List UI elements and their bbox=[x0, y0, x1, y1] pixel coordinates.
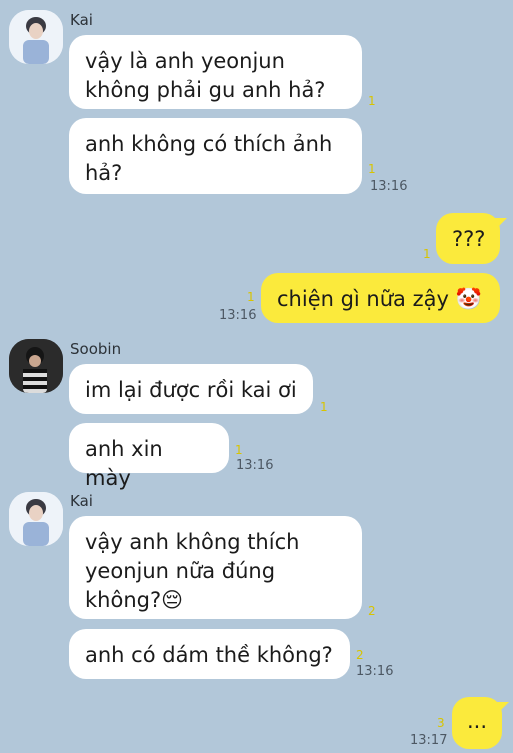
message-time: 13:16 bbox=[236, 458, 274, 473]
unread-count: 3 bbox=[437, 716, 445, 730]
unread-count: 2 bbox=[356, 648, 364, 662]
bubble-tail bbox=[493, 218, 507, 232]
message-bubble[interactable]: anh có dám thề không? bbox=[69, 629, 350, 679]
avatar-kai[interactable] bbox=[9, 492, 63, 546]
avatar-kai[interactable] bbox=[9, 10, 63, 64]
message-bubble[interactable]: anh xin mày bbox=[69, 423, 229, 490]
sender-name: Soobin bbox=[70, 340, 122, 358]
my-message-bubble[interactable]: ??? bbox=[436, 213, 500, 264]
my-message-bubble[interactable]: chiện gì nữa zậy 🤡 bbox=[261, 273, 500, 323]
sender-name: Kai bbox=[70, 492, 93, 510]
unread-count: 1 bbox=[320, 400, 328, 414]
message-bubble[interactable]: vậy là anh yeonjun không phải gu anh hả? bbox=[69, 35, 362, 109]
message-time: 13:16 bbox=[370, 179, 408, 194]
message-bubble[interactable]: vậy anh không thích yeonjun nữa đúng khô… bbox=[69, 516, 362, 619]
unread-count: 1 bbox=[368, 162, 376, 176]
sender-name: Kai bbox=[70, 11, 93, 29]
unread-count: 2 bbox=[368, 604, 376, 618]
message-bubble[interactable]: anh không có thích ảnh hả? bbox=[69, 118, 362, 194]
unread-count: 1 bbox=[368, 94, 376, 108]
message-time: 13:16 bbox=[219, 308, 257, 323]
message-time: 13:16 bbox=[356, 664, 394, 679]
message-time: 13:17 bbox=[410, 733, 448, 748]
unread-count: 1 bbox=[423, 247, 431, 261]
unread-count: 1 bbox=[247, 290, 255, 304]
unread-count: 1 bbox=[235, 443, 243, 457]
my-message-bubble[interactable]: ... bbox=[452, 697, 502, 749]
message-bubble[interactable]: im lại được rồi kai ơi bbox=[69, 364, 313, 414]
avatar-soobin[interactable] bbox=[9, 339, 63, 393]
